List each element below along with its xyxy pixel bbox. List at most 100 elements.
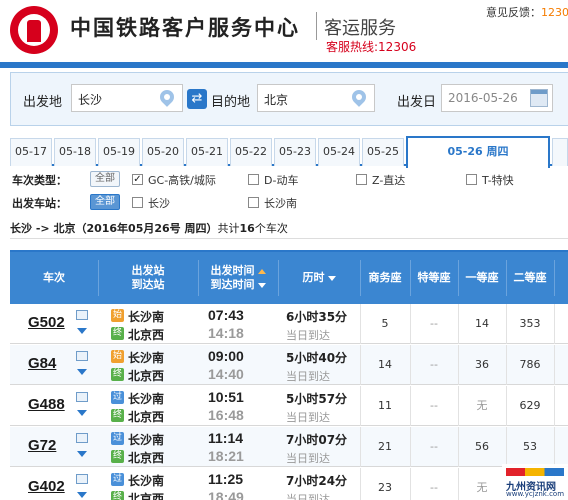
first-class-seat: 无 <box>476 481 488 494</box>
header-times[interactable]: 出发时间 到达时间 <box>198 252 278 304</box>
table-row[interactable]: G402 过 长沙南 终 北京西 11:25 18:49 7小时24分 当日到达… <box>10 468 568 500</box>
tab-date[interactable]: 05-23 <box>274 138 316 166</box>
train-number-link[interactable]: G72 <box>28 437 56 454</box>
filter-panel: 车次类型： 全部 ✓ GC-高铁/城际 D-动车 Z-直达 T-特快 出发车站：… <box>10 168 568 214</box>
arrival-time: 16:48 <box>208 407 244 423</box>
z-label: Z-直达 <box>372 174 406 187</box>
tab-date[interactable]: 05-21 <box>186 138 228 166</box>
train-info-icon[interactable] <box>76 474 88 484</box>
date-label: 出发日 <box>397 95 437 110</box>
special-seat: -- <box>430 358 438 371</box>
train-info-icon[interactable] <box>76 392 88 402</box>
header-stations: 出发站 到达站 <box>98 252 198 304</box>
sort-desc-icon[interactable] <box>327 275 336 281</box>
divider <box>10 238 568 239</box>
second-class-seat: 53 <box>523 440 537 453</box>
station-all-button[interactable]: 全部 <box>90 194 120 210</box>
tab-date[interactable]: 05-19 <box>98 138 140 166</box>
arrival-time: 18:21 <box>208 448 244 464</box>
header-duration[interactable]: 历时 <box>278 252 360 304</box>
watermark-url: www.ycjznk.com <box>506 490 565 498</box>
watermark-logo: 九州资讯网 www.ycjznk.com <box>502 464 568 500</box>
train-number-link[interactable]: G84 <box>28 355 56 372</box>
train-type-all-button[interactable]: 全部 <box>90 171 120 187</box>
tab-date-active[interactable]: 05-26 周四 <box>406 136 550 168</box>
header-divider <box>316 12 317 40</box>
header-train[interactable]: 车次 <box>10 252 98 304</box>
pass-station-badge: 过 <box>111 473 124 486</box>
end-station-badge: 终 <box>111 409 124 422</box>
gc-label: GC-高铁/城际 <box>148 174 216 187</box>
departure-time: 11:14 <box>208 430 244 446</box>
business-seat: 21 <box>378 440 392 453</box>
table-row[interactable]: G502 始 长沙南 终 北京西 07:43 14:18 6小时35分 当日到达… <box>10 304 568 344</box>
from-station: 长沙南 <box>128 351 165 365</box>
feedback-number: 12306 <box>541 6 568 19</box>
expand-down-icon[interactable] <box>77 328 87 334</box>
t-label: T-特快 <box>482 174 514 187</box>
feedback-link[interactable]: 意见反馈：12306 <box>486 4 568 20</box>
header-business: 商务座 <box>368 271 402 284</box>
end-station-badge: 终 <box>111 368 124 381</box>
table-header: 车次 出发站 到达站 出发时间 到达时间 历时 商务座 特等座 一等座 二等座 <box>10 250 568 304</box>
changsha-label: 长沙 <box>148 197 170 210</box>
arrival-time: 14:18 <box>208 325 244 341</box>
to-station: 北京西 <box>128 328 165 342</box>
date-input[interactable]: 2016-05-26 <box>441 84 553 112</box>
departure-time: 07:43 <box>208 307 244 323</box>
expand-down-icon[interactable] <box>77 451 87 457</box>
expand-down-icon[interactable] <box>77 369 87 375</box>
second-class-seat: 786 <box>519 358 541 371</box>
checkbox-d[interactable] <box>248 174 259 185</box>
tab-date-next[interactable] <box>552 138 568 166</box>
column-separator <box>554 304 555 344</box>
tab-date[interactable]: 05-24 <box>318 138 360 166</box>
same-day-arrival: 当日到达 <box>286 493 330 500</box>
location-pin-icon[interactable] <box>349 87 369 107</box>
to-station: 北京西 <box>128 369 165 383</box>
train-number-link[interactable]: G502 <box>28 314 65 331</box>
checkbox-t[interactable] <box>466 174 477 185</box>
railway-logo-icon[interactable] <box>10 6 58 54</box>
site-title: 中国铁路客户服务中心 <box>70 15 300 40</box>
from-station-input[interactable]: 长沙 <box>71 84 183 112</box>
swap-stations-icon[interactable]: ⇄ <box>187 89 207 109</box>
calendar-icon[interactable] <box>530 89 548 107</box>
train-info-icon[interactable] <box>76 433 88 443</box>
to-station-input[interactable]: 北京 <box>257 84 375 112</box>
train-number-link[interactable]: G488 <box>28 396 65 413</box>
header-arr-time: 到达时间 <box>211 278 266 292</box>
expand-down-icon[interactable] <box>77 410 87 416</box>
checkbox-gc[interactable]: ✓ <box>132 174 143 185</box>
start-station-badge: 始 <box>111 350 124 363</box>
checkbox-changsha-south[interactable] <box>248 197 259 208</box>
sort-asc-icon[interactable] <box>257 268 266 274</box>
train-count: 16 <box>239 222 255 235</box>
departure-time: 09:00 <box>208 348 244 364</box>
tab-date[interactable]: 05-20 <box>142 138 184 166</box>
search-panel: 出发地 长沙 ⇄ 目的地 北京 出发日 2016-05-26 <box>10 72 568 126</box>
tab-date[interactable]: 05-25 <box>362 138 404 166</box>
train-info-icon[interactable] <box>76 310 88 320</box>
checkbox-z[interactable] <box>356 174 367 185</box>
expand-down-icon[interactable] <box>77 492 87 498</box>
start-station-badge: 始 <box>111 309 124 322</box>
sort-desc-icon[interactable] <box>257 282 266 288</box>
site-header: 中国铁路客户服务中心 客运服务 客服热线:12306 意见反馈：12306 <box>0 0 568 62</box>
table-row[interactable]: G72 过 长沙南 终 北京西 11:14 18:21 7小时07分 当日到达 … <box>10 427 568 467</box>
table-row[interactable]: G488 过 长沙南 终 北京西 10:51 16:48 5小时57分 当日到达… <box>10 386 568 426</box>
train-info-icon[interactable] <box>76 351 88 361</box>
tab-date[interactable]: 05-18 <box>54 138 96 166</box>
tab-date[interactable]: 05-17 <box>10 138 52 166</box>
feedback-label: 意见反馈： <box>486 6 541 19</box>
checkbox-changsha[interactable] <box>132 197 143 208</box>
same-day-arrival: 当日到达 <box>286 329 330 342</box>
d-label: D-动车 <box>264 174 299 187</box>
table-row[interactable]: G84 始 长沙南 终 北京西 09:00 14:40 5小时40分 当日到达 … <box>10 345 568 385</box>
tab-date[interactable]: 05-22 <box>230 138 272 166</box>
train-number-link[interactable]: G402 <box>28 478 65 495</box>
location-pin-icon[interactable] <box>157 87 177 107</box>
date-value: 2016-05-26 <box>448 91 518 105</box>
to-station: 北京西 <box>128 410 165 424</box>
column-separator <box>554 427 555 467</box>
